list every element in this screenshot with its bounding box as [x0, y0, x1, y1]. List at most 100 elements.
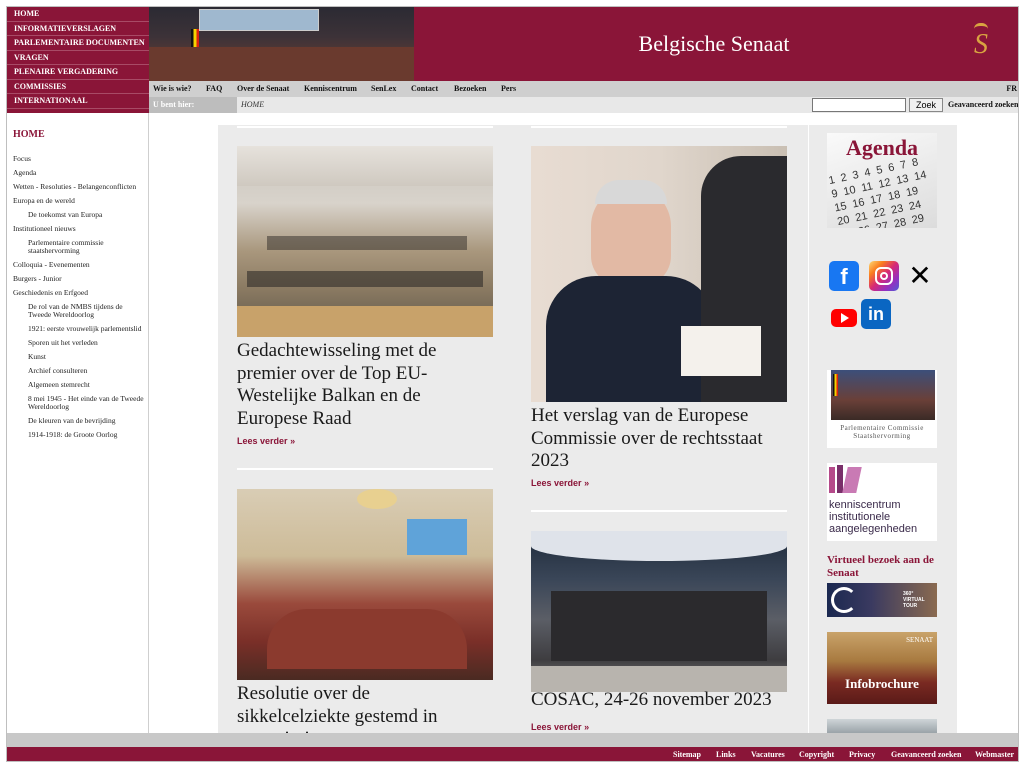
sidebar-item-1914-1918[interactable]: 1914-1918: de Groote Oorlog	[28, 431, 150, 439]
divider	[531, 510, 787, 512]
header-plenary-photo	[149, 7, 414, 81]
read-more-link-4[interactable]: Lees verder »	[531, 722, 589, 732]
breadcrumb-label: U bent hier:	[149, 97, 237, 113]
news-title-1[interactable]: Gedachtewisseling met de premier over de…	[237, 340, 467, 430]
footer-vacatures[interactable]: Vacatures	[751, 747, 785, 761]
virtual-tour-badge: 360° VIRTUAL TOUR	[903, 591, 925, 609]
top-menu-parlementaire-documenten[interactable]: PARLEMENTAIRE DOCUMENTEN	[7, 36, 149, 51]
kenniscentrum-banner[interactable]: kenniscentrum institutionele aangelegenh…	[827, 463, 937, 541]
nav-senlex[interactable]: SenLex	[371, 81, 396, 97]
footer-bar: Sitemap Links Vacatures Copyright Privac…	[7, 747, 1018, 761]
sidebar-item-nmbs[interactable]: De rol van de NMBS tijdens de Tweede Wer…	[28, 303, 138, 319]
sidebar-item-stemrecht[interactable]: Algemeen stemrecht	[28, 381, 138, 389]
footer-privacy[interactable]: Privacy	[849, 747, 875, 761]
sidebar-item-archief[interactable]: Archief consulteren	[28, 367, 138, 375]
nav-faq[interactable]: FAQ	[206, 81, 222, 97]
nav-over-de-senaat[interactable]: Over de Senaat	[237, 81, 289, 97]
sidebar-item-kleuren-bevrijding[interactable]: De kleuren van de bevrijding	[28, 417, 150, 425]
top-menu-informatieverslagen[interactable]: INFORMATIEVERSLAGEN	[7, 22, 149, 36]
x-icon[interactable]: ✕	[905, 261, 935, 291]
double-chevron-right-icon: »	[584, 722, 590, 732]
nav-contact[interactable]: Contact	[411, 81, 438, 97]
news-image-meeting-room[interactable]	[237, 146, 493, 337]
sidebar-item-1921[interactable]: 1921: eerste vrouwelijk parlementslid	[28, 325, 153, 333]
top-menu-internationaal[interactable]: INTERNATIONAAL	[7, 94, 149, 109]
sidebar-item-agenda[interactable]: Agenda	[13, 169, 141, 177]
header-band: Belgische Senaat S	[414, 7, 1018, 81]
linkedin-icon[interactable]: in	[861, 299, 891, 329]
breadcrumb-home[interactable]: HOME	[241, 97, 264, 113]
language-fr-link[interactable]: FR	[1006, 81, 1017, 97]
page-frame: HOME INFORMATIEVERSLAGEN PARLEMENTAIRE D…	[6, 6, 1019, 762]
facebook-icon[interactable]: f	[829, 261, 859, 291]
footer-copyright[interactable]: Copyright	[799, 747, 834, 761]
top-menu-commissies[interactable]: COMMISSIES	[7, 80, 149, 94]
nav-bezoeken[interactable]: Bezoeken	[454, 81, 486, 97]
header-photo-desk	[149, 47, 414, 81]
nav-pers[interactable]: Pers	[501, 81, 516, 97]
commissie-staatshervorming-banner[interactable]: Parlementaire Commissie Staatshervorming	[827, 370, 937, 448]
top-menu-vragen[interactable]: VRAGEN	[7, 51, 149, 65]
kenniscentrum-line-3: aangelegenheden	[829, 523, 918, 535]
youtube-icon[interactable]	[829, 303, 859, 333]
site-title[interactable]: Belgische Senaat	[414, 31, 1014, 57]
sidebar-item-sporen[interactable]: Sporen uit het verleden	[28, 339, 138, 347]
sidebar-item-kunst[interactable]: Kunst	[28, 353, 138, 361]
virtual-tour-banner[interactable]: 360° VIRTUAL TOUR	[827, 583, 937, 617]
sidebar-item-colloquia[interactable]: Colloquia - Evenementen	[13, 261, 141, 269]
news-image-reynders[interactable]	[531, 146, 787, 402]
agenda-banner[interactable]: Agenda 1 2 3 4 5 6 7 8 9 10 11 12 13 14 …	[827, 133, 937, 228]
instagram-icon[interactable]	[869, 261, 899, 291]
read-more-link-1[interactable]: Lees verder »	[237, 436, 295, 446]
divider	[237, 468, 493, 470]
rotate-360-icon	[831, 587, 857, 613]
sidebar-item-focus[interactable]: Focus	[13, 155, 141, 163]
nav-kenniscentrum[interactable]: Kenniscentrum	[304, 81, 357, 97]
kenniscentrum-line-2: institutionele	[829, 511, 891, 523]
footer-advanced-search[interactable]: Geavanceerd zoeken	[891, 747, 961, 761]
sidebar-item-8-mei-1945[interactable]: 8 mei 1945 - Het einde van de Tweede Wer…	[28, 395, 150, 411]
search-button[interactable]: Zoek	[909, 98, 943, 112]
news-title-4[interactable]: COSAC, 24-26 november 2023	[531, 689, 787, 712]
advanced-search-link[interactable]: Geavanceerd zoeken	[948, 97, 1018, 113]
top-menu-plenaire-vergadering[interactable]: PLENAIRE VERGADERING	[7, 65, 149, 80]
news-image-cosac[interactable]	[531, 531, 787, 692]
news-image-resolutie[interactable]	[237, 489, 493, 680]
header-photo-screen	[199, 9, 319, 31]
search-input[interactable]	[812, 98, 906, 112]
top-menu: HOME INFORMATIEVERSLAGEN PARLEMENTAIRE D…	[7, 7, 149, 113]
kenniscentrum-line-1: kenniscentrum	[829, 499, 901, 511]
footer-links[interactable]: Links	[716, 747, 736, 761]
senate-logo-icon[interactable]: S	[970, 23, 992, 63]
news-title-3[interactable]: Resolutie over de sikkelcelziekte gestem…	[237, 683, 467, 733]
footer-sitemap[interactable]: Sitemap	[673, 747, 701, 761]
footer-spacer	[7, 733, 1018, 747]
kenniscentrum-logo-icon	[829, 465, 863, 495]
virtual-visit-title[interactable]: Virtueel bezoek aan de Senaat	[827, 554, 942, 580]
top-menu-home[interactable]: HOME	[7, 7, 149, 22]
infobrochure-banner[interactable]: SENAAT Infobrochure	[827, 632, 937, 704]
divider	[531, 126, 787, 128]
double-chevron-right-icon: »	[584, 478, 590, 488]
building-banner[interactable]	[827, 719, 937, 733]
sidebar-item-burgers[interactable]: Burgers - Junior	[13, 275, 141, 283]
read-more-link-2[interactable]: Lees verder »	[531, 478, 589, 488]
news-grid: Gedachtewisseling met de premier over de…	[218, 125, 808, 733]
sidebar-item-geschiedenis[interactable]: Geschiedenis en Erfgoed	[13, 289, 141, 297]
nav-wie-is-wie[interactable]: Wie is wie?	[153, 81, 192, 97]
infobrochure-label: Infobrochure	[845, 676, 919, 691]
secondary-nav: Wie is wie? FAQ Over de Senaat Kenniscen…	[149, 81, 1018, 97]
footer-webmaster[interactable]: Webmaster	[975, 747, 1014, 761]
infobrochure-senaat-label: SENAAT	[906, 636, 933, 644]
sidebar-home[interactable]: HOME	[13, 129, 45, 140]
sidebar-item-europa[interactable]: Europa en de wereld	[13, 197, 141, 205]
sidebar-item-commissie-staatshervorming[interactable]: Parlementaire commissie staatshervorming	[28, 239, 138, 255]
right-column: Agenda 1 2 3 4 5 6 7 8 9 10 11 12 13 14 …	[809, 125, 957, 733]
double-chevron-right-icon: »	[290, 436, 296, 446]
sidebar-item-wetten[interactable]: Wetten - Resoluties - Belangenconflicten	[13, 183, 141, 191]
news-title-2[interactable]: Het verslag van de Europese Commissie ov…	[531, 405, 776, 473]
sidebar-item-institutioneel[interactable]: Institutioneel nieuws	[13, 225, 141, 233]
divider	[237, 126, 493, 128]
left-sidebar: HOME Focus Agenda Wetten - Resoluties - …	[7, 113, 149, 733]
sidebar-item-toekomst-europa[interactable]: De toekomst van Europa	[28, 211, 138, 219]
